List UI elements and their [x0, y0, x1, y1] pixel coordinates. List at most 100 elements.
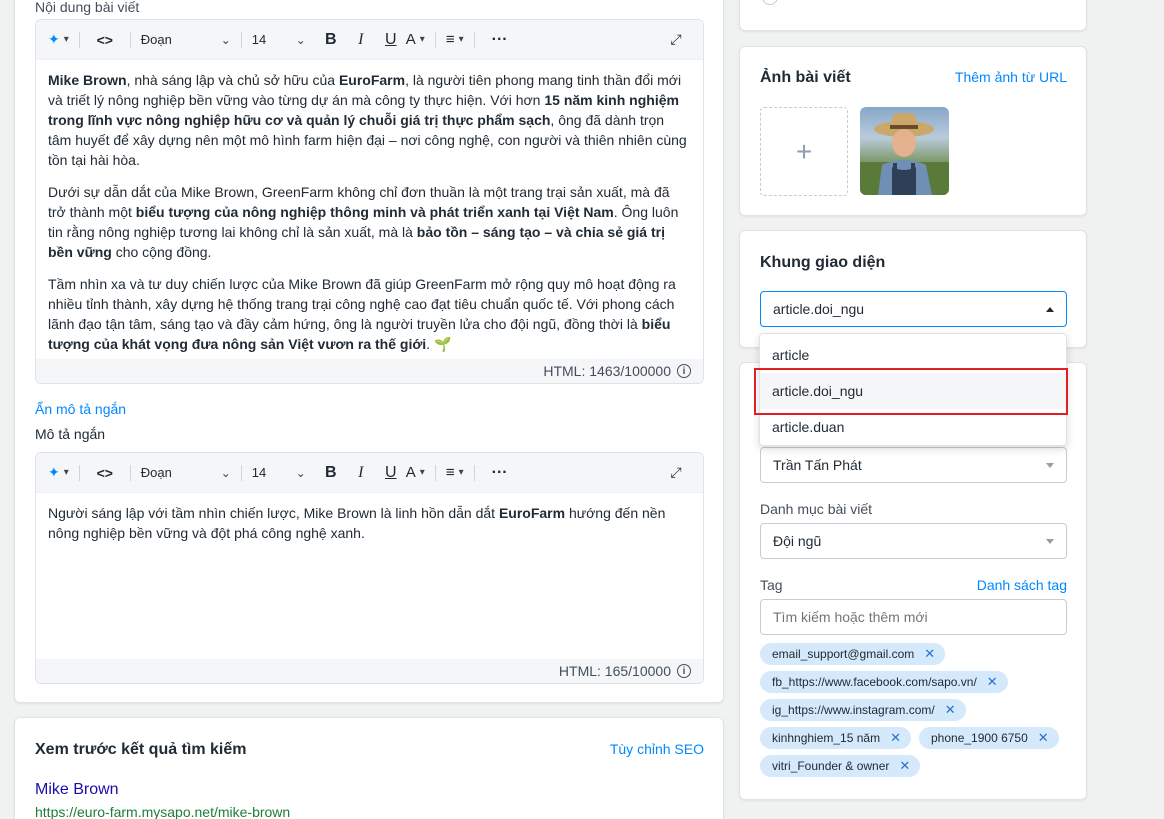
underline-button[interactable]: U	[376, 26, 406, 54]
font-size-select[interactable]: 14 ⌄	[252, 459, 306, 487]
code-view-button[interactable]: <>	[90, 459, 120, 487]
more-icon: ···	[491, 463, 508, 481]
code-icon: <>	[96, 464, 113, 481]
paragraph-select[interactable]: Đoạn ⌄	[141, 459, 231, 487]
close-icon[interactable]: ✕	[924, 646, 935, 662]
sparkle-icon: ✦	[48, 31, 60, 47]
close-icon[interactable]: ✕	[899, 758, 910, 774]
short-desc-content[interactable]: Người sáng lập với tầm nhìn chiến lược, …	[36, 493, 703, 565]
seo-preview-title[interactable]: Mike Brown	[35, 781, 119, 799]
farmer-photo-icon	[860, 113, 949, 195]
align-left-icon: ≡	[445, 31, 455, 48]
close-icon[interactable]: ✕	[987, 674, 998, 690]
tag-list-link[interactable]: Danh sách tag	[977, 577, 1067, 593]
text-color-button[interactable]: A ▾	[406, 459, 425, 487]
bold-button[interactable]: B	[316, 26, 346, 54]
image-card: Ảnh bài viết Thêm ảnh từ URL +	[739, 46, 1087, 216]
tag-chip: phone_1900 6750 ✕	[919, 727, 1059, 749]
seo-card: Xem trước kết quả tìm kiếm Tùy chỉnh SEO…	[14, 717, 724, 819]
bold-button[interactable]: B	[316, 459, 346, 487]
plus-icon: +	[795, 135, 813, 167]
editor-toolbar: ✦ ▾ <> Đoạn ⌄ 14 ⌄ B I U A ▾ ≡ ▾ ··· ⤢	[36, 20, 703, 60]
short-desc-label: Mô tả ngắn	[35, 426, 106, 442]
author-select[interactable]: Trần Tấn Phát	[760, 447, 1067, 483]
chevron-down-icon: ⌄	[220, 32, 231, 47]
close-icon[interactable]: ✕	[945, 702, 956, 718]
visibility-card	[739, 0, 1087, 31]
paragraph-1: Mike Brown, nhà sáng lập và chủ sở hữu c…	[48, 72, 687, 168]
editor-footer: HTML: 1463/100000 i	[36, 359, 703, 383]
add-image-button[interactable]: +	[760, 107, 848, 196]
tag-chip: fb_https://www.facebook.com/sapo.vn/✕	[760, 671, 1008, 693]
chevron-down-icon: ▾	[419, 34, 425, 45]
hide-short-desc-link[interactable]: Ẩn mô tả ngắn	[35, 401, 126, 417]
category-select[interactable]: Đội ngũ	[760, 523, 1067, 559]
highlight-box	[754, 368, 1068, 415]
tag-label: Tag	[760, 577, 783, 593]
text-color-icon: A	[405, 31, 416, 48]
content-editor[interactable]: ✦ ▾ <> Đoạn ⌄ 14 ⌄ B I U A ▾ ≡ ▾ ··· ⤢ Mike B…	[35, 19, 704, 384]
category-value: Đội ngũ	[773, 533, 822, 549]
short-desc-text: Người sáng lập với tầm nhìn chiến lược, …	[48, 505, 666, 541]
chevron-down-icon: ⌄	[295, 32, 306, 47]
paragraph-2: Dưới sự dẫn dắt của Mike Brown, GreenFar…	[48, 184, 679, 260]
italic-button[interactable]: I	[346, 459, 376, 487]
sparkle-icon: ✦	[48, 464, 60, 480]
author-value: Trần Tấn Phát	[773, 457, 862, 473]
paragraph-3: Tầm nhìn xa và tư duy chiến lược của Mik…	[48, 276, 676, 352]
template-select[interactable]: article.doi_ngu	[760, 291, 1067, 327]
italic-button[interactable]: I	[346, 26, 376, 54]
chevron-down-icon: ⌄	[220, 465, 231, 480]
font-size-select[interactable]: 14 ⌄	[252, 26, 306, 54]
tag-chip: vitri_Founder & owner ✕	[760, 755, 921, 777]
editor-footer: HTML: 165/10000 i	[36, 659, 703, 683]
more-options-button[interactable]: ···	[485, 459, 515, 487]
image-card-title: Ảnh bài viết	[760, 69, 851, 86]
info-icon[interactable]: i	[677, 664, 691, 678]
text-color-icon: A	[405, 464, 416, 481]
underline-button[interactable]: U	[376, 459, 406, 487]
template-selected-value: article.doi_ngu	[773, 301, 865, 317]
template-card-title: Khung giao diện	[760, 254, 886, 271]
ai-sparkle-button[interactable]: ✦ ▾	[48, 459, 69, 487]
caret-down-icon	[1046, 462, 1054, 468]
align-button[interactable]: ≡ ▾	[446, 459, 464, 487]
short-desc-editor[interactable]: ✦ ▾ <> Đoạn ⌄ 14 ⌄ B I U A ▾ ≡ ▾ ··· ⤢ Người …	[35, 452, 704, 684]
add-image-url-link[interactable]: Thêm ảnh từ URL	[955, 69, 1067, 85]
radio-icon[interactable]	[762, 0, 778, 5]
tag-chip: ig_https://www.instagram.com/✕	[760, 699, 966, 721]
close-icon[interactable]: ✕	[1038, 730, 1049, 746]
editor-content[interactable]: Mike Brown, nhà sáng lập và chủ sở hữu c…	[36, 60, 703, 376]
ai-sparkle-button[interactable]: ✦ ▾	[48, 26, 69, 54]
article-image-thumbnail[interactable]	[860, 107, 949, 195]
content-label: Nội dung bài viết	[35, 0, 140, 15]
info-icon[interactable]: i	[677, 364, 691, 378]
align-button[interactable]: ≡ ▾	[446, 26, 464, 54]
fullscreen-button[interactable]: ⤢	[661, 459, 691, 487]
more-icon: ···	[491, 30, 508, 48]
chevron-down-icon: ▾	[419, 467, 425, 478]
chevron-down-icon: ▾	[458, 34, 464, 45]
seo-preview-url: https://euro-farm.mysapo.net/mike-brown	[35, 804, 291, 819]
close-icon[interactable]: ✕	[890, 730, 901, 746]
expand-icon: ⤢	[670, 31, 682, 47]
fullscreen-button[interactable]: ⤢	[661, 26, 691, 54]
code-icon: <>	[96, 31, 113, 48]
paragraph-select[interactable]: Đoạn ⌄	[141, 26, 231, 54]
caret-down-icon	[1046, 538, 1054, 544]
seo-title: Xem trước kết quả tìm kiếm	[35, 741, 247, 758]
more-options-button[interactable]: ···	[485, 26, 515, 54]
editor-toolbar: ✦ ▾ <> Đoạn ⌄ 14 ⌄ B I U A ▾ ≡ ▾ ··· ⤢	[36, 453, 703, 493]
code-view-button[interactable]: <>	[90, 26, 120, 54]
chevron-down-icon: ▾	[458, 467, 464, 478]
text-color-button[interactable]: A ▾	[406, 26, 425, 54]
chevron-down-icon: ⌄	[295, 465, 306, 480]
tag-search-input[interactable]	[760, 599, 1067, 635]
category-label: Danh mục bài viết	[760, 501, 873, 517]
caret-up-icon	[1046, 306, 1054, 312]
chevron-down-icon: ▾	[63, 34, 69, 45]
chevron-down-icon: ▾	[63, 467, 69, 478]
align-left-icon: ≡	[445, 464, 455, 481]
content-card: Nội dung bài viết ✦ ▾ <> Đoạn ⌄ 14 ⌄ B I U …	[14, 0, 724, 703]
customize-seo-link[interactable]: Tùy chỉnh SEO	[610, 741, 704, 757]
